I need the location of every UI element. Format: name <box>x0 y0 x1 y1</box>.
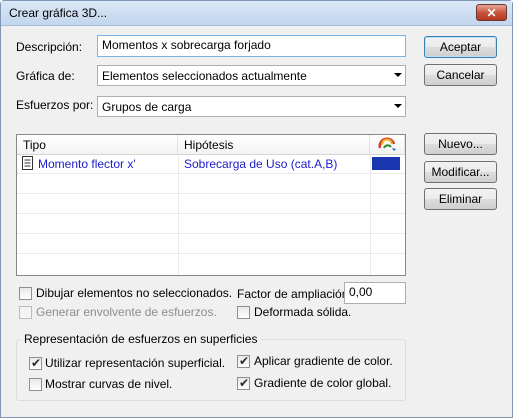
table-cell-tipo: Momento flector x' <box>21 155 136 174</box>
cancelar-button[interactable]: Cancelar <box>424 64 497 86</box>
title-bar[interactable]: Crear gráfica 3D... ✕ <box>1 1 512 26</box>
nuevo-button[interactable]: Nuevo... <box>424 133 497 155</box>
table-row[interactable]: Momento flector x' Sobrecarga de Uso (ca… <box>17 155 405 174</box>
esfuerzos-select[interactable]: Grupos de carga <box>97 96 406 117</box>
column-header-tipo[interactable]: Tipo <box>17 135 178 155</box>
descripcion-label: Descripción: <box>16 40 83 54</box>
chevron-down-icon <box>394 73 402 77</box>
table-row-empty <box>17 195 405 214</box>
table-cell-hipotesis: Sobrecarga de Uso (cat.A,B) <box>184 157 338 171</box>
dibujar-label: Dibujar elementos no seleccionados. <box>36 286 233 300</box>
table-header: Tipo Hipótesis <box>17 135 405 155</box>
esfuerzos-selected-value: Grupos de carga <box>102 100 192 114</box>
representacion-title: Representación de esfuerzos en superfici… <box>21 332 261 346</box>
window-title: Crear gráfica 3D... <box>9 6 108 20</box>
chevron-down-icon <box>394 104 402 108</box>
table-cell-color <box>371 155 404 174</box>
utilizar-label: Utilizar representación superficial. <box>45 356 226 370</box>
modificar-button[interactable]: Modificar... <box>424 161 497 183</box>
deformada-label: Deformada sólida. <box>254 305 352 319</box>
factor-input[interactable]: 0,00 <box>344 282 406 304</box>
generar-label: Generar envolvente de esfuerzos. <box>36 305 217 319</box>
utilizar-checkbox[interactable]: ✔ <box>29 356 42 370</box>
gradiente-checkbox[interactable]: ✔ <box>237 376 250 390</box>
aceptar-button[interactable]: Aceptar <box>424 36 497 58</box>
table-row-empty <box>17 175 405 194</box>
graficas-table[interactable]: Tipo Hipótesis Momento flector x' Sobrec… <box>16 134 406 276</box>
checkmark-icon: ✔ <box>239 376 250 390</box>
gradiente-label: Gradiente de color global. <box>254 376 392 390</box>
dialog-window: Crear gráfica 3D... ✕ Descripción: Momen… <box>0 0 513 418</box>
descripcion-input[interactable]: Momentos x sobrecarga forjado <box>97 35 406 57</box>
mostrar-label: Mostrar curvas de nivel. <box>45 377 173 391</box>
checkmark-icon: ✔ <box>239 354 250 368</box>
aplicar-checkbox[interactable]: ✔ <box>237 354 250 368</box>
factor-label: Factor de ampliación <box>237 287 349 301</box>
grafica-label: Gráfica de: <box>16 69 75 83</box>
column-header-hipotesis[interactable]: Hipótesis <box>178 135 370 155</box>
esfuerzos-label: Esfuerzos por: <box>16 98 94 112</box>
color-palette-icon <box>378 137 396 151</box>
mostrar-checkbox[interactable] <box>29 378 42 391</box>
grafica-select[interactable]: Elementos seleccionados actualmente <box>97 65 406 86</box>
eliminar-button[interactable]: Eliminar <box>424 188 497 210</box>
table-row-empty <box>17 235 405 254</box>
aplicar-label: Aplicar gradiente de color. <box>254 354 393 368</box>
table-row-empty <box>17 215 405 234</box>
dibujar-checkbox[interactable] <box>19 287 32 300</box>
color-swatch[interactable] <box>372 157 400 170</box>
deformada-checkbox[interactable] <box>237 306 250 319</box>
tipo-text: Momento flector x' <box>38 157 136 171</box>
representacion-groupbox <box>16 339 406 401</box>
generar-checkbox[interactable] <box>19 306 32 319</box>
close-icon: ✕ <box>486 5 497 20</box>
column-header-color[interactable] <box>370 135 405 155</box>
checkmark-icon: ✔ <box>31 356 42 370</box>
document-icon <box>22 156 33 170</box>
grafica-selected-value: Elementos seleccionados actualmente <box>102 69 307 83</box>
close-button[interactable]: ✕ <box>476 4 507 21</box>
